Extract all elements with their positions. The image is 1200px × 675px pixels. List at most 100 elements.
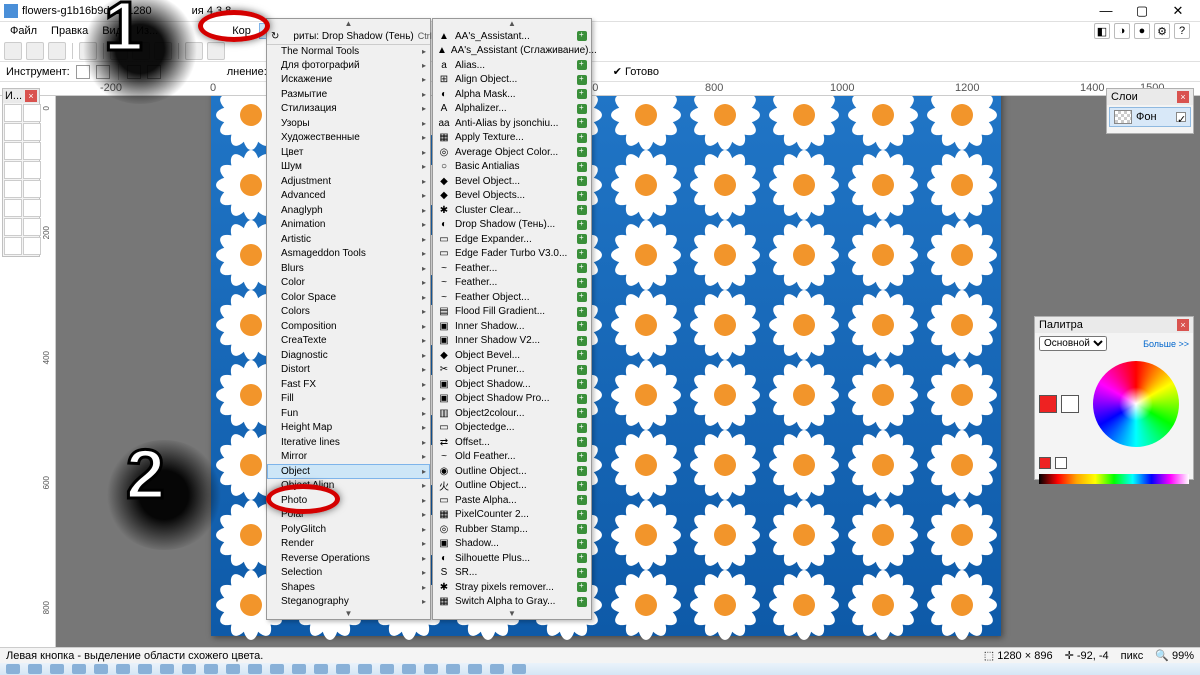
plugin-object-shadow-[interactable]: ▣Object Shadow... xyxy=(433,377,591,392)
plugin-feather-[interactable]: ~Feather... xyxy=(433,276,591,291)
plugin-edge-expander-[interactable]: ▭Edge Expander... xyxy=(433,232,591,247)
toolbox-close[interactable]: × xyxy=(25,90,37,102)
opt-sw3[interactable] xyxy=(127,65,141,79)
plugin-offset-[interactable]: ⇄Offset... xyxy=(433,435,591,450)
bg-swatch[interactable] xyxy=(1061,395,1079,413)
tool-0[interactable] xyxy=(4,104,22,122)
tool-13[interactable] xyxy=(23,218,41,236)
taskbar-item-23[interactable] xyxy=(512,664,526,674)
color-strip[interactable] xyxy=(1039,474,1189,484)
taskbar-item-11[interactable] xyxy=(248,664,262,674)
tool-2[interactable] xyxy=(4,123,22,141)
tb-open[interactable] xyxy=(26,42,44,60)
taskbar-item-9[interactable] xyxy=(204,664,218,674)
effects-cat-colors[interactable]: Colors▸ xyxy=(267,305,430,320)
taskbar-item-16[interactable] xyxy=(358,664,372,674)
effects-cat-iterative-lines[interactable]: Iterative lines▸ xyxy=(267,435,430,450)
window-maximize[interactable]: ▢ xyxy=(1124,0,1160,22)
plugin-bevel-object-[interactable]: ◆Bevel Object... xyxy=(433,174,591,189)
tb-cut[interactable] xyxy=(110,42,128,60)
effects-cat-selection[interactable]: Selection▸ xyxy=(267,566,430,581)
effects-cat--[interactable]: Для фотографий▸ xyxy=(267,58,430,73)
effects-cat-color-space[interactable]: Color Space▸ xyxy=(267,290,430,305)
taskbar-item-10[interactable] xyxy=(226,664,240,674)
taskbar-item-3[interactable] xyxy=(72,664,86,674)
tb-print[interactable] xyxy=(79,42,97,60)
opt-sw4[interactable] xyxy=(147,65,161,79)
effects-cat--[interactable]: Узоры▸ xyxy=(267,116,430,131)
taskbar-item-0[interactable] xyxy=(6,664,20,674)
plugin-feather-object-[interactable]: ~Feather Object... xyxy=(433,290,591,305)
plugin-stray-pixels-remover-[interactable]: ✱Stray pixels remover... xyxy=(433,580,591,595)
effects-cat-steganography[interactable]: Steganography▸ xyxy=(267,595,430,610)
menu-view[interactable]: Вид xyxy=(96,23,128,39)
plugin-flood-fill-gradient-[interactable]: ▤Flood Fill Gradient... xyxy=(433,305,591,320)
menu-edit[interactable]: Правка xyxy=(45,23,94,39)
plugin-edge-fader-turbo-v3-0-[interactable]: ▭Edge Fader Turbo V3.0... xyxy=(433,247,591,262)
plugin-objectedge-[interactable]: ▭Objectedge... xyxy=(433,421,591,436)
plugin-object-shadow-pro-[interactable]: ▣Object Shadow Pro... xyxy=(433,392,591,407)
effects-cat-createxte[interactable]: CreaTexte▸ xyxy=(267,334,430,349)
palette-more[interactable]: Больше >> xyxy=(1143,339,1189,349)
taskbar-item-17[interactable] xyxy=(380,664,394,674)
menu-scroll-up[interactable]: ▲ xyxy=(267,19,430,29)
tool-11[interactable] xyxy=(23,199,41,217)
plugin-object-pruner-[interactable]: ✂Object Pruner... xyxy=(433,363,591,378)
taskbar-item-1[interactable] xyxy=(28,664,42,674)
palette-mode-select[interactable]: Основной xyxy=(1039,336,1107,351)
effects-cat-animation[interactable]: Animation▸ xyxy=(267,218,430,233)
effects-cat-asmageddon-tools[interactable]: Asmageddon Tools▸ xyxy=(267,247,430,262)
taskbar-item-6[interactable] xyxy=(138,664,152,674)
plugin-alpha-mask-[interactable]: ◐Alpha Mask... xyxy=(433,87,591,102)
submenu-scroll-down[interactable]: ▼ xyxy=(433,609,591,619)
effects-cat-fast-fx[interactable]: Fast FX▸ xyxy=(267,377,430,392)
taskbar-item-4[interactable] xyxy=(94,664,108,674)
effects-cat-shapes[interactable]: Shapes▸ xyxy=(267,580,430,595)
mini-sw-2[interactable] xyxy=(1055,457,1067,469)
tb-paste[interactable] xyxy=(154,42,172,60)
effects-cat-advanced[interactable]: Advanced▸ xyxy=(267,189,430,204)
plugin-align-object-[interactable]: ⊞Align Object... xyxy=(433,73,591,88)
plugin-aa-s-assistant-[interactable]: ▲AA's_Assistant (Сглаживание)... xyxy=(433,44,591,59)
effects-cat--[interactable]: Стилизация▸ xyxy=(267,102,430,117)
plugin-switch-alpha-to-gray-[interactable]: ▦Switch Alpha to Gray... xyxy=(433,595,591,610)
effects-cat-render[interactable]: Render▸ xyxy=(267,537,430,552)
plugin-alias-[interactable]: aAlias... xyxy=(433,58,591,73)
plugin-average-object-color-[interactable]: ◎Average Object Color... xyxy=(433,145,591,160)
effects-cat-artistic[interactable]: Artistic▸ xyxy=(267,232,430,247)
tool-5[interactable] xyxy=(23,142,41,160)
status-zoom[interactable]: 🔍 99% xyxy=(1155,649,1194,662)
tool-4[interactable] xyxy=(4,142,22,160)
plugin-object-bevel-[interactable]: ◆Object Bevel... xyxy=(433,348,591,363)
taskbar-item-2[interactable] xyxy=(50,664,64,674)
effects-cat--[interactable]: Художественные▸ xyxy=(267,131,430,146)
plugin-silhouette-plus-[interactable]: ◐Silhouette Plus... xyxy=(433,551,591,566)
taskbar-item-20[interactable] xyxy=(446,664,460,674)
effects-cat-the-normal-tools[interactable]: The Normal Tools▸ xyxy=(267,44,430,59)
plugin-sr-[interactable]: SSR... xyxy=(433,566,591,581)
palette-close[interactable]: × xyxy=(1177,319,1189,331)
status-unit[interactable]: пикс xyxy=(1121,650,1144,662)
plugin-outline-object-[interactable]: ◉Outline Object... xyxy=(433,464,591,479)
effects-cat--[interactable]: Размытие▸ xyxy=(267,87,430,102)
effects-cat-distort[interactable]: Distort▸ xyxy=(267,363,430,378)
effects-cat-color[interactable]: Color▸ xyxy=(267,276,430,291)
effects-cat-polyglitch[interactable]: PolyGlitch▸ xyxy=(267,522,430,537)
layer-row-background[interactable]: Фон ✓ xyxy=(1109,107,1191,127)
plugin-rubber-stamp-[interactable]: ◎Rubber Stamp... xyxy=(433,522,591,537)
color-wheel[interactable] xyxy=(1093,361,1179,447)
layers-close[interactable]: × xyxy=(1177,91,1189,103)
taskbar-item-22[interactable] xyxy=(490,664,504,674)
help-icon[interactable]: ? xyxy=(1174,23,1190,39)
plugin-outline-object-[interactable]: 火Outline Object... xyxy=(433,479,591,494)
fg-swatch[interactable] xyxy=(1039,395,1057,413)
mini-sw-1[interactable] xyxy=(1039,457,1051,469)
plugin-bevel-objects-[interactable]: ◆Bevel Objects... xyxy=(433,189,591,204)
menu-file[interactable]: Файл xyxy=(4,23,43,39)
dock-icon-2[interactable]: ◑ xyxy=(1114,23,1130,39)
taskbar-item-8[interactable] xyxy=(182,664,196,674)
effects-cat--[interactable]: Шум▸ xyxy=(267,160,430,175)
taskbar-item-7[interactable] xyxy=(160,664,174,674)
menu-scroll-down[interactable]: ▼ xyxy=(267,609,430,619)
plugin-cluster-clear-[interactable]: ✱Cluster Clear... xyxy=(433,203,591,218)
